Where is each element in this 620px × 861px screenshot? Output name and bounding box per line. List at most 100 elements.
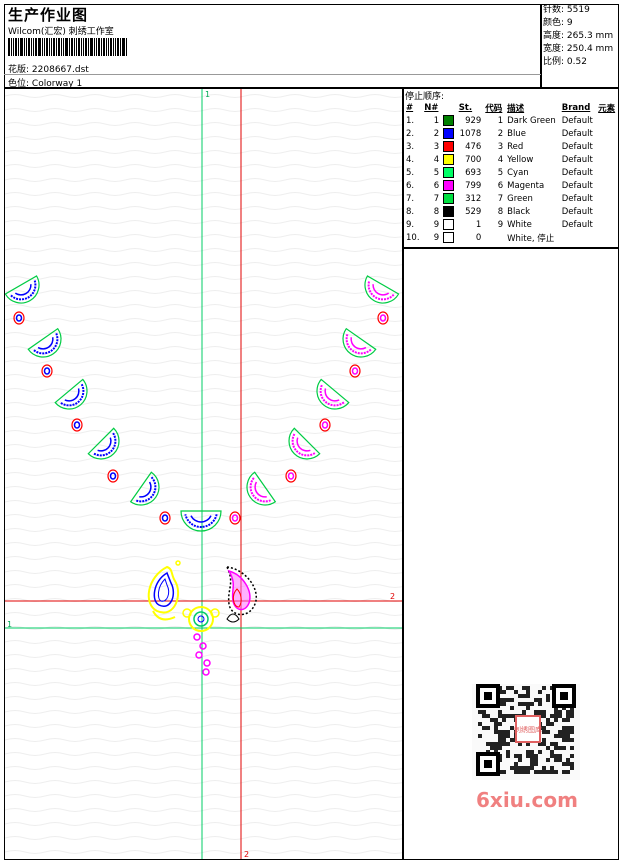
row-stitches: 476 bbox=[465, 141, 482, 152]
qr-module bbox=[502, 730, 506, 734]
qr-module bbox=[530, 758, 534, 762]
row-code: 6 bbox=[497, 180, 504, 191]
qr-module bbox=[510, 698, 514, 702]
row-needle: 3 bbox=[433, 141, 440, 152]
guide-label-v2: 2 bbox=[244, 850, 249, 859]
canvas-texture bbox=[5, 89, 402, 859]
qr-module bbox=[566, 718, 570, 722]
qr-module bbox=[490, 742, 494, 746]
qr-module bbox=[550, 750, 554, 754]
qr-module bbox=[490, 718, 494, 722]
stat-stitches: 针数: 5519 bbox=[543, 5, 590, 15]
qr-module bbox=[558, 710, 562, 714]
qr-module bbox=[542, 742, 546, 746]
color-swatch bbox=[443, 167, 455, 178]
qr-module bbox=[566, 730, 570, 734]
row-brand: Default bbox=[561, 167, 593, 178]
color-swatch bbox=[443, 219, 455, 230]
qr-module bbox=[546, 698, 550, 702]
qr-module bbox=[506, 698, 510, 702]
stat-height: 高度: 265.3 mm bbox=[543, 31, 614, 41]
qr-module bbox=[550, 766, 554, 770]
qr-module bbox=[542, 710, 546, 714]
color-swatch bbox=[443, 180, 455, 191]
qr-module bbox=[538, 690, 542, 694]
qr-module bbox=[562, 730, 566, 734]
qr-module bbox=[566, 726, 570, 730]
row-index: 9. bbox=[406, 219, 415, 230]
qr-module bbox=[570, 714, 574, 718]
qr-module bbox=[566, 738, 570, 742]
row-desc: White, 停止 bbox=[507, 233, 555, 244]
qr-module bbox=[546, 746, 550, 750]
color-swatch bbox=[443, 193, 455, 204]
color-swatch bbox=[443, 154, 455, 165]
guide-label-h2: 2 bbox=[390, 592, 395, 601]
col-needle: N# bbox=[424, 102, 439, 113]
qr-module bbox=[486, 726, 490, 730]
row-code: 1 bbox=[497, 115, 504, 126]
row-code bbox=[483, 231, 505, 244]
qr-module bbox=[554, 746, 558, 750]
row-brand bbox=[560, 231, 596, 244]
qr-module bbox=[538, 698, 542, 702]
row-stitches: 312 bbox=[465, 193, 482, 204]
qr-module bbox=[502, 702, 506, 706]
row-swatch bbox=[441, 205, 457, 218]
row-index: 1. bbox=[406, 115, 415, 126]
qr-module bbox=[542, 738, 546, 742]
qr-module bbox=[514, 690, 518, 694]
qr-module bbox=[566, 710, 570, 714]
col-index: # bbox=[406, 102, 414, 113]
row-needle: 9 bbox=[433, 232, 440, 243]
qr-module bbox=[522, 766, 526, 770]
row-desc: Blue bbox=[507, 128, 526, 139]
guide-label-v1: 1 bbox=[205, 90, 210, 99]
qr-module bbox=[546, 758, 550, 762]
qr-module bbox=[510, 706, 514, 710]
page-title: 生产作业图 bbox=[8, 6, 89, 24]
qr-module bbox=[526, 690, 530, 694]
row-element bbox=[596, 205, 618, 218]
qr-module bbox=[502, 698, 506, 702]
qr-module bbox=[538, 750, 542, 754]
qr-finder-core bbox=[484, 760, 492, 768]
row-swatch bbox=[441, 192, 457, 205]
qr-module bbox=[566, 714, 570, 718]
qr-module bbox=[554, 770, 558, 774]
qr-module bbox=[538, 770, 542, 774]
qr-module bbox=[498, 734, 502, 738]
qr-module bbox=[494, 746, 498, 750]
qr-module bbox=[478, 710, 482, 714]
stats-list: 针数: 5519 颜色: 9 高度: 265.3 mm 宽度: 250.4 mm… bbox=[541, 4, 620, 69]
qr-module bbox=[570, 738, 574, 742]
qr-module bbox=[522, 702, 526, 706]
col-element: 元素 bbox=[598, 103, 616, 114]
qr-module bbox=[526, 754, 530, 758]
qr-module bbox=[562, 718, 566, 722]
qr-module bbox=[542, 766, 546, 770]
qr-module bbox=[502, 738, 506, 742]
color-swatch bbox=[443, 115, 455, 126]
qr-module bbox=[542, 726, 546, 730]
col-code: 代码 bbox=[485, 103, 503, 114]
qr-module bbox=[526, 686, 530, 690]
qr-code: 刺绣图库 bbox=[472, 684, 580, 780]
qr-module bbox=[498, 746, 502, 750]
qr-module bbox=[530, 702, 534, 706]
qr-module bbox=[502, 734, 506, 738]
qr-module bbox=[554, 710, 558, 714]
row-brand: Default bbox=[561, 180, 593, 191]
qr-module bbox=[546, 770, 550, 774]
qr-module bbox=[498, 738, 502, 742]
qr-module bbox=[542, 770, 546, 774]
col-swatch bbox=[441, 101, 457, 114]
qr-module bbox=[546, 718, 550, 722]
qr-module bbox=[522, 770, 526, 774]
qr-module bbox=[506, 750, 510, 754]
qr-module bbox=[506, 686, 510, 690]
row-index: 6. bbox=[406, 180, 415, 191]
row-element bbox=[596, 153, 618, 166]
row-element bbox=[596, 114, 618, 127]
qr-module bbox=[550, 742, 554, 746]
